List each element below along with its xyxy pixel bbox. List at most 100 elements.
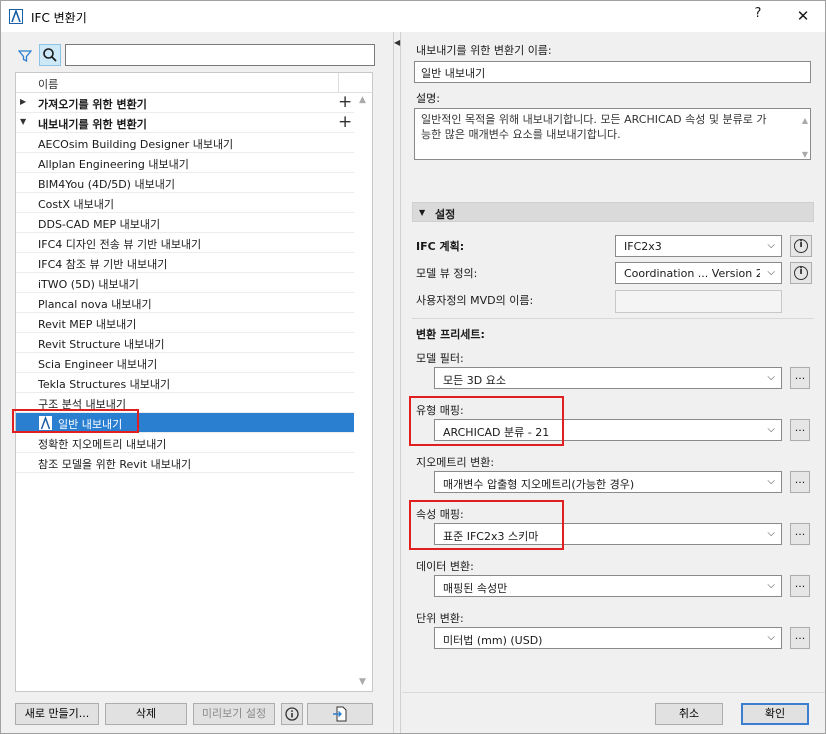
list-item[interactable]: IFC4 참조 뷰 기반 내보내기 [16,253,354,273]
data-conversion-dropdown[interactable]: 매핑된 속성만 ⌵ [434,575,782,597]
list-item-label: Revit MEP 내보내기 [38,318,137,331]
group-row-import[interactable]: ▶ 가져오기를 위한 변환기 + [16,92,354,113]
info-button[interactable] [281,703,303,725]
dropdown-value: IFC2x3 [624,240,662,253]
description-field[interactable]: 일반적인 목적을 위해 내보내기합니다. 모든 ARCHICAD 속성 및 분류… [414,108,811,160]
highlight-box [409,500,564,550]
data-conversion-label: 데이터 변환: [416,560,474,573]
search-icon [43,48,57,62]
section-title: 설정 [435,208,456,221]
collapse-left-icon[interactable]: ◀ [394,38,400,47]
column-separator [338,73,339,93]
search-input[interactable] [65,44,375,66]
list-scrollbar[interactable]: ▲ ▼ [356,93,372,691]
close-button[interactable]: ✕ [791,5,815,27]
group-label: 내보내기를 위한 변환기 [38,118,147,131]
description-line: 일반적인 목적을 위해 내보내기합니다. 모든 ARCHICAD 속성 및 분류… [421,113,767,126]
cancel-button[interactable]: 취소 [655,703,723,725]
dropdown-value: 모든 3D 요소 [443,374,506,387]
type-mapping-edit-button[interactable]: ... [790,419,810,441]
mvd-info-button[interactable]: i [790,262,812,284]
presets-label: 변환 프리세트: [416,328,485,341]
data-conversion-edit-button[interactable]: ... [790,575,810,597]
chevron-down-icon: ⌵ [767,424,775,435]
list-item[interactable]: DDS-CAD MEP 내보내기 [16,213,354,233]
ifc-schema-dropdown[interactable]: IFC2x3 ⌵ [615,235,782,257]
add-icon[interactable]: + [338,92,352,112]
add-icon[interactable]: + [338,112,352,132]
list-item-label: Tekla Structures 내보내기 [38,378,171,391]
translator-list: 이름 ▶ 가져오기를 위한 변환기 + ▼ 내보내기를 위한 변환기 + AEC… [15,72,373,692]
translator-name-field[interactable]: 일반 내보내기 [414,61,811,83]
geometry-edit-button[interactable]: ... [790,471,810,493]
list-item[interactable]: IFC4 디자인 전송 뷰 기반 내보내기 [16,233,354,253]
panel-splitter[interactable]: ◀ [393,32,401,733]
collapsed-arrow-icon[interactable]: ▶ [20,97,26,106]
list-header: 이름 [16,73,372,93]
group-row-export[interactable]: ▼ 내보내기를 위한 변환기 + [16,112,354,133]
property-mapping-edit-button[interactable]: ... [790,523,810,545]
description-label: 설명: [416,92,440,105]
chevron-down-icon: ⌵ [767,580,775,591]
delete-button[interactable]: 삭제 [105,703,187,725]
list-item[interactable]: BIM4You (4D/5D) 내보내기 [16,173,354,193]
title-bar: IFC 변환기 ? ✕ [1,1,825,32]
ifc-schema-info-button[interactable]: i [790,235,812,257]
window-title: IFC 변환기 [31,11,87,25]
divider [412,318,814,319]
new-button[interactable]: 새로 만들기... [15,703,99,725]
list-item-label: AECOsim Building Designer 내보내기 [38,138,234,151]
list-item[interactable]: Plancal nova 내보내기 [16,293,354,313]
geometry-dropdown[interactable]: 매개변수 압출형 지오메트리(가능한 경우) ⌵ [434,471,782,493]
group-label: 가져오기를 위한 변환기 [38,98,147,111]
archicad-app-icon [9,9,23,24]
preview-settings-button[interactable]: 미리보기 설정 [193,703,275,725]
translator-settings-panel: 내보내기를 위한 변환기 이름: 일반 내보내기 설명: 일반적인 목적을 위해… [402,32,825,733]
ok-button[interactable]: 확인 [741,703,809,725]
description-line: 능한 많은 매개변수 요소를 내보내기합니다. [421,128,621,141]
unit-conversion-edit-button[interactable]: ... [790,627,810,649]
list-item-label: DDS-CAD MEP 내보내기 [38,218,161,231]
expanded-arrow-icon[interactable]: ▼ [20,117,26,126]
list-item[interactable]: Scia Engineer 내보내기 [16,353,354,373]
list-item-label: IFC4 디자인 전송 뷰 기반 내보내기 [38,238,202,251]
divider [402,692,825,693]
info-icon [285,707,299,721]
list-item[interactable]: Revit MEP 내보내기 [16,313,354,333]
translator-list-panel: 이름 ▶ 가져오기를 위한 변환기 + ▼ 내보내기를 위한 변환기 + AEC… [1,32,393,733]
model-filter-dropdown[interactable]: 모든 3D 요소 ⌵ [434,367,782,389]
list-item[interactable]: 정확한 지오메트리 내보내기 [16,433,354,453]
mvd-dropdown[interactable]: Coordination ... Version 2.0 ⌵ [615,262,782,284]
list-item[interactable]: iTWO (5D) 내보내기 [16,273,354,293]
settings-section-header[interactable]: ▼ 설정 [412,202,814,222]
dropdown-value: 미터법 (mm) (USD) [443,634,543,647]
list-item[interactable]: Allplan Engineering 내보내기 [16,153,354,173]
list-item[interactable]: Tekla Structures 내보내기 [16,373,354,393]
chevron-down-icon: ⌵ [767,372,775,383]
scroll-down-icon[interactable]: ▼ [802,147,808,162]
help-button[interactable]: ? [750,6,766,26]
list-item[interactable]: AECOsim Building Designer 내보내기 [16,133,354,153]
chevron-down-icon: ⌵ [767,240,775,251]
scroll-down-icon[interactable]: ▼ [359,677,366,687]
list-item[interactable]: 참조 모델을 위한 Revit 내보내기 [16,453,354,473]
scroll-up-icon[interactable]: ▲ [359,95,366,105]
ifc-translator-dialog: IFC 변환기 ? ✕ 이름 ▶ 가져오기를 위한 변환기 + ▼ 내보내기를 … [0,0,826,734]
info-icon: i [794,239,808,253]
import-export-button[interactable] [307,703,373,725]
list-item-label: 정확한 지오메트리 내보내기 [38,438,167,451]
model-filter-edit-button[interactable]: ... [790,367,810,389]
import-file-icon [333,706,347,722]
list-item-label: IFC4 참조 뷰 기반 내보내기 [38,258,168,271]
list-item[interactable]: CostX 내보내기 [16,193,354,213]
dropdown-value: 매개변수 압출형 지오메트리(가능한 경우) [443,478,635,491]
info-icon: i [794,266,808,280]
filter-icon[interactable] [18,49,32,63]
unit-conversion-dropdown[interactable]: 미터법 (mm) (USD) ⌵ [434,627,782,649]
scroll-up-icon[interactable]: ▲ [802,113,808,128]
highlight-box [409,396,564,446]
expanded-arrow-icon[interactable]: ▼ [419,208,425,217]
list-item-label: CostX 내보내기 [38,198,114,211]
search-button[interactable] [39,44,61,66]
list-item[interactable]: Revit Structure 내보내기 [16,333,354,353]
